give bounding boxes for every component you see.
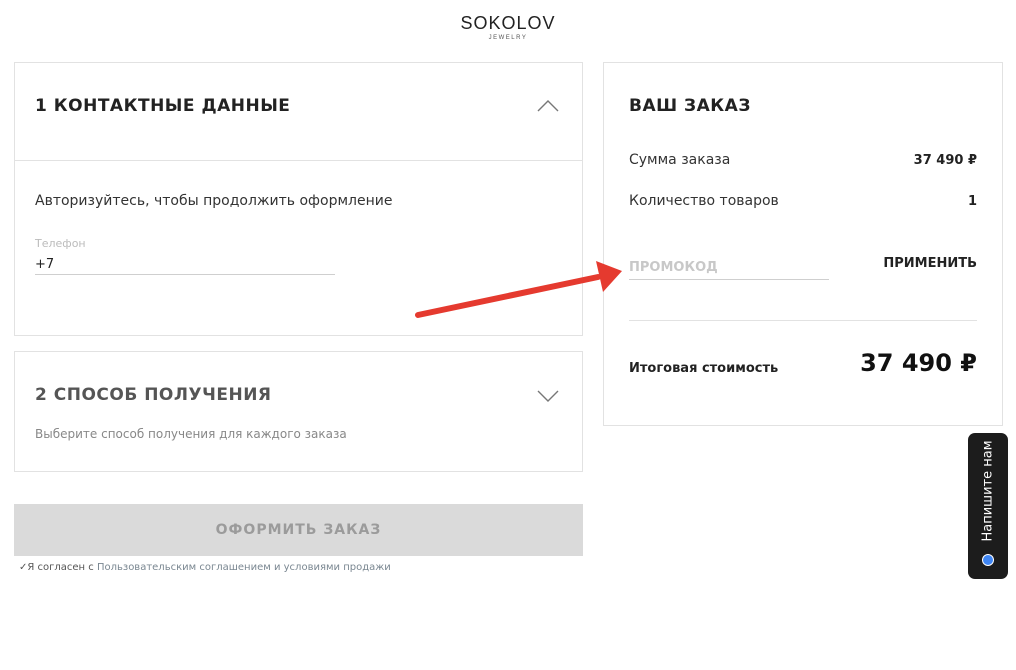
agreement-link[interactable]: Пользовательским соглашением и условиями… — [97, 562, 391, 573]
brand-name: SOKOLOV — [460, 13, 556, 33]
phone-input[interactable] — [35, 255, 335, 275]
total-value: 37 490 ₽ — [860, 349, 977, 377]
summary-title: ВАШ ЗАКАЗ — [629, 96, 751, 116]
delivery-section-title[interactable]: 2 СПОСОБ ПОЛУЧЕНИЯ — [35, 385, 272, 405]
agreement-checkbox[interactable]: ✓Я согласен с Пользовательским соглашени… — [19, 562, 391, 573]
brand-logo[interactable]: SOKOLOV JEWELRY — [0, 12, 1016, 42]
order-summary: ВАШ ЗАКАЗ Сумма заказа 37 490 ₽ Количест… — [603, 62, 1003, 426]
items-count-value: 1 — [967, 194, 977, 209]
delivery-section: 2 СПОСОБ ПОЛУЧЕНИЯ Выберите способ получ… — [14, 351, 583, 472]
promo-code-input[interactable] — [629, 255, 829, 280]
items-count-label: Количество товаров — [629, 193, 779, 209]
place-order-button[interactable]: ОФОРМИТЬ ЗАКАЗ — [14, 504, 583, 556]
chat-widget-label: Напишите нам — [980, 440, 996, 542]
apply-promo-button[interactable]: ПРИМЕНИТЬ — [883, 256, 977, 271]
order-sum-value: 37 490 ₽ — [913, 153, 977, 168]
brand-tagline: JEWELRY — [488, 35, 528, 41]
contact-section-title[interactable]: 1 КОНТАКТНЫЕ ДАННЫЕ — [35, 96, 290, 116]
annotation-arrow-icon — [415, 261, 622, 318]
summary-divider — [629, 320, 977, 321]
auth-prompt: Авторизуйтесь, чтобы продолжить оформлен… — [35, 193, 393, 209]
agreement-text: Я согласен с — [27, 562, 97, 573]
total-label: Итоговая стоимость — [629, 361, 779, 376]
order-sum-label: Сумма заказа — [629, 152, 731, 168]
chat-widget-button[interactable]: Напишите нам — [968, 433, 1008, 579]
phone-label: Телефон — [35, 237, 86, 250]
delivery-description: Выберите способ получения для каждого за… — [35, 427, 347, 441]
chevron-up-icon[interactable] — [536, 99, 560, 113]
chevron-down-icon[interactable] — [536, 389, 560, 403]
online-status-icon — [983, 555, 993, 565]
section-divider — [15, 160, 582, 161]
